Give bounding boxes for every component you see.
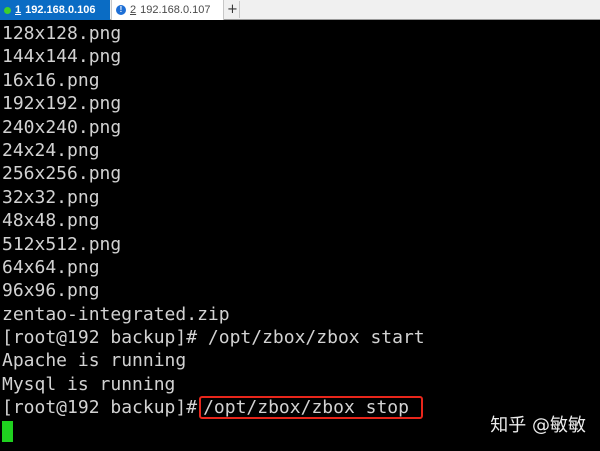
terminal-line: 24x24.png — [2, 139, 100, 161]
tab-label: 192.168.0.107 — [140, 4, 211, 16]
terminal-line: Apache is running — [2, 350, 187, 372]
terminal-line: [root@192 backup]# /opt/zbox/zbox start — [2, 327, 425, 349]
terminal-window: 1 192.168.0.106 ! 2 192.168.0.107 + 128x… — [0, 0, 600, 451]
terminal-line: 256x256.png — [2, 163, 122, 185]
tab-bar: 1 192.168.0.106 ! 2 192.168.0.107 + — [0, 0, 600, 20]
tab-index: 2 — [130, 4, 137, 16]
terminal-cursor — [2, 421, 13, 443]
terminal-line: 64x64.png — [2, 256, 100, 278]
terminal-line: 192x192.png — [2, 93, 122, 115]
terminal-line: 240x240.png — [2, 116, 122, 138]
terminal-output[interactable]: 128x128.png 144x144.png 16x16.png 192x19… — [0, 21, 600, 451]
tab-label: 192.168.0.106 — [25, 4, 96, 16]
connected-status-icon — [4, 6, 11, 14]
tab-session-2[interactable]: ! 2 192.168.0.107 — [111, 0, 224, 20]
highlighted-command: /opt/zbox/zbox stop — [199, 396, 423, 420]
terminal-line: 48x48.png — [2, 210, 100, 232]
terminal-line: 512x512.png — [2, 233, 122, 255]
tab-session-1[interactable]: 1 192.168.0.106 — [0, 0, 110, 20]
warning-icon: ! — [116, 5, 126, 15]
terminal-line: zentao-integrated.zip — [2, 303, 230, 325]
watermark-text: 知乎 @敏敏 — [490, 415, 586, 436]
terminal-line: Mysql is running — [2, 373, 176, 395]
terminal-line: 16x16.png — [2, 69, 100, 91]
terminal-line: 96x96.png — [2, 280, 100, 302]
new-tab-button[interactable]: + — [226, 1, 240, 18]
terminal-line: 128x128.png — [2, 23, 122, 44]
terminal-line: 144x144.png — [2, 46, 122, 68]
shell-prompt: [root@192 backup]# — [2, 397, 198, 419]
terminal-line: 32x32.png — [2, 186, 100, 208]
tab-index: 1 — [15, 4, 22, 16]
